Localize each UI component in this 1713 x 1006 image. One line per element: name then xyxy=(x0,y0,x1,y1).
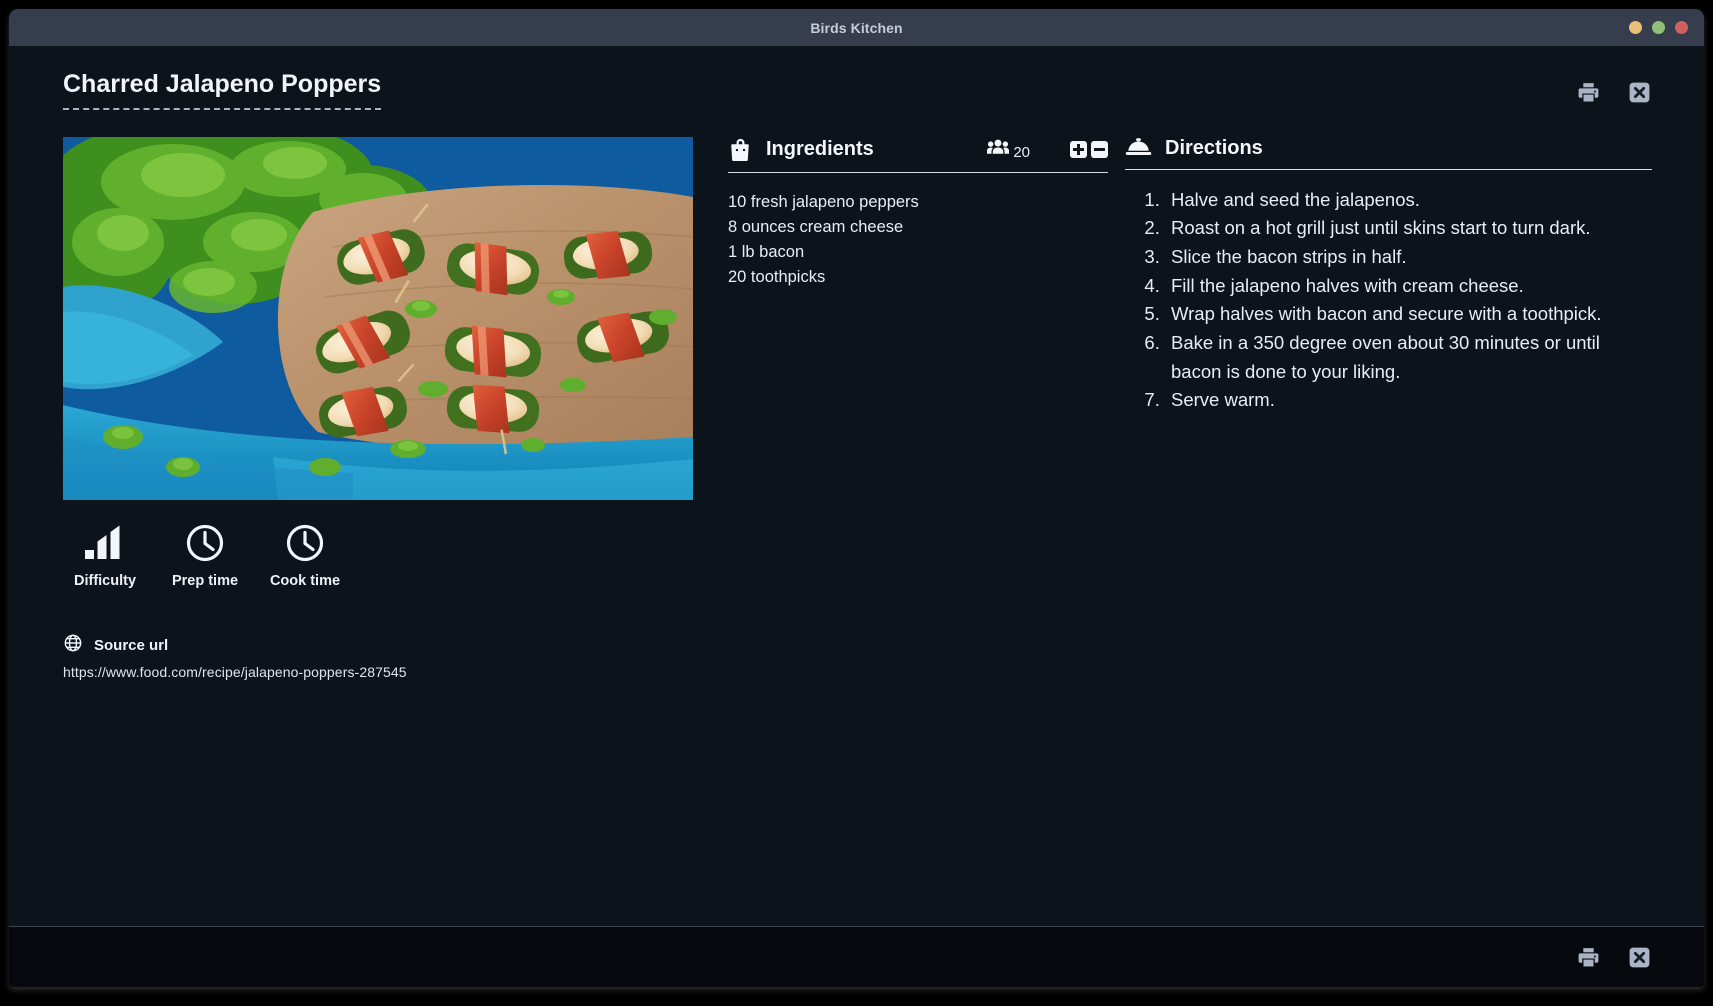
source-url-heading: Source url xyxy=(63,633,703,658)
shopping-bag-icon xyxy=(728,137,753,163)
source-url-block: Source url https://www.food.com/recipe/j… xyxy=(63,633,703,680)
globe-icon xyxy=(63,633,83,658)
clock-icon xyxy=(285,522,325,564)
close-button-bottom[interactable] xyxy=(1627,945,1652,970)
print-button-bottom[interactable] xyxy=(1576,945,1601,970)
ingredients-column: Ingredients 20 10 fresh jalapeno peppers… xyxy=(703,137,1108,290)
servings-count: 20 xyxy=(1013,144,1030,162)
ingredients-title: Ingredients xyxy=(766,138,874,161)
recipe-page: Charred Jalapeno Poppers Difficulty Prep… xyxy=(9,46,1704,926)
signal-bars-icon xyxy=(84,522,126,564)
recipe-photo xyxy=(63,136,693,500)
page-footer xyxy=(9,926,1704,987)
window-title: Birds Kitchen xyxy=(810,19,903,36)
direction-step: Wrap halves with bacon and secure with a… xyxy=(1165,300,1652,329)
header-actions xyxy=(1576,70,1652,105)
page-title: Charred Jalapeno Poppers xyxy=(63,70,382,110)
recipe-meta: Difficulty Prep time Cook time xyxy=(63,522,703,589)
meta-prep-time: Prep time xyxy=(163,522,247,589)
minimize-button[interactable] xyxy=(1629,21,1642,34)
direction-step: Fill the jalapeno halves with cream chee… xyxy=(1165,272,1652,301)
application-window: Birds Kitchen Charred Jalapeno Poppers D… xyxy=(9,9,1704,987)
directions-header: Directions xyxy=(1125,137,1652,170)
page-header: Charred Jalapeno Poppers xyxy=(9,46,1704,110)
meta-cook-time-label: Cook time xyxy=(269,572,341,589)
maximize-button[interactable] xyxy=(1652,21,1665,34)
meta-difficulty: Difficulty xyxy=(63,522,147,589)
directions-list: Halve and seed the jalapenos. Roast on a… xyxy=(1125,186,1652,415)
recipe-columns: Difficulty Prep time Cook time Source ur… xyxy=(9,110,1704,680)
ingredient-item: 10 fresh jalapeno peppers xyxy=(728,192,919,211)
recipe-photo-graphic xyxy=(63,136,693,500)
serving-dome-icon xyxy=(1125,137,1152,159)
ingredients-header: Ingredients 20 xyxy=(728,137,1108,173)
print-button-top[interactable] xyxy=(1576,80,1601,105)
screenshot-root: Birds Kitchen Charred Jalapeno Poppers D… xyxy=(0,0,1713,1006)
direction-step: Roast on a hot grill just until skins st… xyxy=(1165,214,1652,243)
servings-display: 20 xyxy=(987,138,1030,161)
source-url-value[interactable]: https://www.food.com/recipe/jalapeno-pop… xyxy=(63,664,703,680)
directions-title: Directions xyxy=(1165,136,1263,159)
increase-servings-button[interactable] xyxy=(1070,141,1087,159)
source-url-label: Source url xyxy=(94,636,169,654)
ingredients-list: 10 fresh jalapeno peppers 8 ounces cream… xyxy=(728,190,1108,290)
meta-difficulty-label: Difficulty xyxy=(73,572,137,589)
meta-cook-time: Cook time xyxy=(263,522,347,589)
direction-step: Serve warm. xyxy=(1165,386,1652,415)
direction-step: Halve and seed the jalapenos. xyxy=(1165,186,1652,215)
window-titlebar: Birds Kitchen xyxy=(9,9,1704,46)
ingredient-item: 8 ounces cream cheese xyxy=(728,217,904,236)
decrease-servings-button[interactable] xyxy=(1091,141,1108,159)
meta-prep-time-label: Prep time xyxy=(171,572,239,589)
direction-step: Bake in a 350 degree oven about 30 minut… xyxy=(1165,329,1652,386)
ingredient-item: 20 toothpicks xyxy=(728,267,826,286)
users-icon xyxy=(987,138,1010,161)
directions-column: Directions Halve and seed the jalapenos.… xyxy=(1108,137,1652,415)
direction-step: Slice the bacon strips in half. xyxy=(1165,243,1652,272)
servings-stepper xyxy=(1070,141,1108,159)
window-controls xyxy=(1629,9,1688,46)
ingredient-item: 1 lb bacon xyxy=(728,242,805,261)
close-window-button[interactable] xyxy=(1675,21,1688,34)
left-column: Difficulty Prep time Cook time Source ur… xyxy=(63,136,703,680)
clock-icon xyxy=(185,522,225,564)
close-button-top[interactable] xyxy=(1627,80,1652,105)
